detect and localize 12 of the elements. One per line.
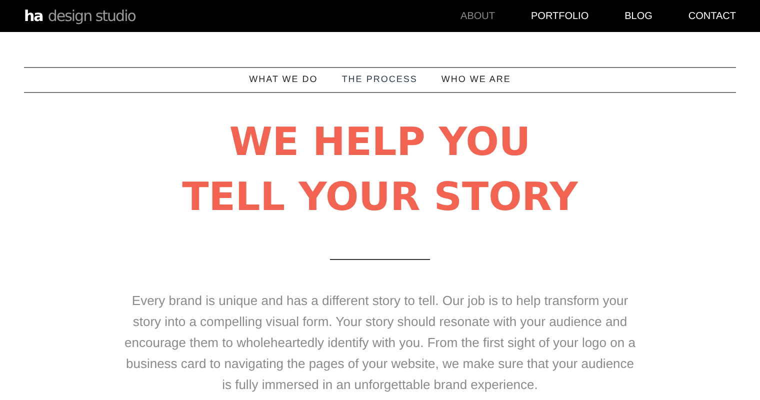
hero-heading: WE HELP YOU xyxy=(229,119,531,167)
logo-mark[interactable]: ha xyxy=(24,4,43,28)
nav-link[interactable]: ABOUT xyxy=(460,8,495,24)
intro-paragraph: Every brand is unique and has a different story to tell. Our job is to help transform your story into a compelling visual form. Your story should resonate with your audience and encourage them to wholeheartedly identify with you. From the first sight of your logo on a business card to navigating the pages of your website, we make sure that your audience is fully immersed in an unforgettable brand experience. xyxy=(124,292,636,394)
nav-link[interactable]: BLOG xyxy=(624,8,652,24)
logo-text[interactable]: design studio xyxy=(48,4,136,28)
section-tab[interactable]: THE PROCESS xyxy=(342,73,418,87)
nav-link[interactable]: PORTFOLIO xyxy=(531,8,589,24)
nav-link[interactable]: CONTACT xyxy=(688,8,736,24)
section-tab[interactable]: WHO WE ARE xyxy=(441,73,511,87)
hero-heading: TELL YOUR STORY xyxy=(182,174,578,222)
section-tab[interactable]: WHAT WE DO xyxy=(249,73,318,87)
